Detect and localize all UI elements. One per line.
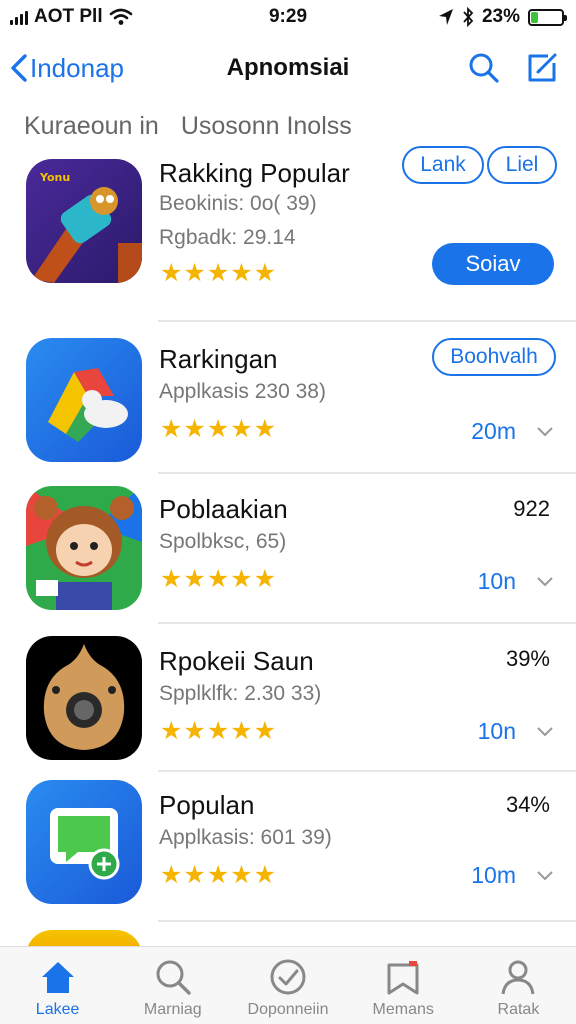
tab-messages[interactable]: Memans xyxy=(346,947,461,1024)
search-icon xyxy=(156,960,191,995)
section-header: Kuraeoun in Usosonn Inolss xyxy=(24,112,352,141)
creature-app-icon[interactable] xyxy=(26,636,142,760)
status-bar: AOT Pll 9:29 23% xyxy=(0,0,576,34)
tab-updates[interactable]: Doponneiin xyxy=(230,947,345,1024)
nav-bar: Indonap Apnomsiai xyxy=(0,44,576,92)
tab-profile[interactable]: Ratak xyxy=(461,947,576,1024)
app-subtitle: Beokinis: 0o( 39) xyxy=(159,192,317,215)
list-item[interactable]: Yonu Rakking Popular Beokinis: 0o( 39) R… xyxy=(0,146,576,322)
nav-actions xyxy=(468,52,558,84)
app-name: Rakking Popular xyxy=(159,158,350,188)
rating-stars: ★★★★★ xyxy=(160,717,278,745)
character-app-icon[interactable] xyxy=(26,486,142,610)
rating-stars: ★★★★★ xyxy=(160,415,278,443)
app-subtitle: Applkasis 230 38) xyxy=(159,380,326,403)
app-name: Poblaakian xyxy=(159,494,288,524)
battery-icon xyxy=(528,8,567,26)
bluetooth-icon xyxy=(463,7,474,27)
app-count: 34% xyxy=(505,792,550,817)
compose-icon[interactable] xyxy=(526,52,558,84)
person-icon xyxy=(501,960,535,995)
signal-icon xyxy=(10,9,28,25)
app-count: 39% xyxy=(505,646,550,671)
tab-bar: Lakee Marniag Doponneiin Memans Ratak xyxy=(0,946,576,1024)
search-icon[interactable] xyxy=(468,52,500,84)
tab-label: Memans xyxy=(372,1001,434,1018)
app-size: 20m xyxy=(471,418,516,444)
status-left: AOT Pll xyxy=(10,6,133,28)
section-title-right: Usosonn Inolss xyxy=(180,112,352,140)
rating-stars: ★★★★★ xyxy=(160,565,278,593)
app-name: Rarkingan xyxy=(159,344,278,374)
tab-search[interactable]: Marniag xyxy=(115,947,230,1024)
app-subtitle: Spolbksc, 65) xyxy=(159,530,287,553)
app-subtitle: Applkasis: 601 39) xyxy=(159,826,332,849)
section-title-left: Kuraeoun in xyxy=(24,112,159,140)
chevron-down-icon[interactable] xyxy=(536,870,554,882)
app-size: 10m xyxy=(471,862,516,888)
battery-fill xyxy=(531,11,538,23)
bookmark-button[interactable]: Boohvalh xyxy=(432,338,556,376)
list-item[interactable]: Poblaakian Spolbksc, 65) ★★★★★ 922 10n xyxy=(0,474,576,624)
drive-app-icon[interactable] xyxy=(26,338,142,462)
tab-label: Lakee xyxy=(35,1001,80,1018)
inbox-icon xyxy=(387,961,419,995)
list-item[interactable]: Populan Applkasis: 601 39) ★★★★★ 34% 10m xyxy=(0,772,576,922)
check-circle-icon xyxy=(270,959,306,995)
carrier-label: AOT Pll xyxy=(34,6,103,27)
app-name: Rpokeii Saun xyxy=(159,646,314,676)
rating-stars: ★★★★★ xyxy=(160,861,278,889)
app-list: Yonu Rakking Popular Beokinis: 0o( 39) R… xyxy=(0,146,576,922)
chevron-down-icon[interactable] xyxy=(536,726,554,738)
location-icon xyxy=(438,9,453,25)
status-right: 23% xyxy=(438,6,567,28)
chevron-down-icon[interactable] xyxy=(536,576,554,588)
list-item[interactable]: Rarkingan Applkasis 230 38) ★★★★★ Boohva… xyxy=(0,322,576,474)
liel-button[interactable]: Liel xyxy=(487,146,557,184)
app-rank: Rgbadk: 29.14 xyxy=(159,226,296,249)
app-subtitle: Spplklfk: 2.30 33) xyxy=(159,682,322,705)
wifi-icon xyxy=(109,8,132,25)
app-size: 10n xyxy=(477,568,516,594)
rating-stars: ★★★★★ xyxy=(160,259,278,287)
divider xyxy=(158,920,576,922)
tab-label: Marniag xyxy=(143,1001,202,1018)
app-name: Populan xyxy=(159,790,255,820)
home-icon xyxy=(41,962,74,993)
tab-label: Doponneiin xyxy=(247,1001,329,1018)
chat-app-icon[interactable] xyxy=(26,780,142,904)
svg-text:Yonu: Yonu xyxy=(39,171,70,184)
get-button[interactable]: Soiav xyxy=(432,243,554,285)
tab-label: Ratak xyxy=(497,1001,540,1018)
lank-button[interactable]: Lank xyxy=(402,146,484,184)
app-count: 922 xyxy=(513,496,550,521)
tab-home[interactable]: Lakee xyxy=(0,947,115,1024)
battery-percent: 23% xyxy=(481,6,520,27)
chevron-down-icon[interactable] xyxy=(536,426,554,438)
app-size: 10n xyxy=(477,718,516,744)
game-app-icon[interactable]: Yonu xyxy=(26,159,142,283)
list-item[interactable]: Rpokeii Saun Spplklfk: 2.30 33) ★★★★★ 39… xyxy=(0,624,576,772)
